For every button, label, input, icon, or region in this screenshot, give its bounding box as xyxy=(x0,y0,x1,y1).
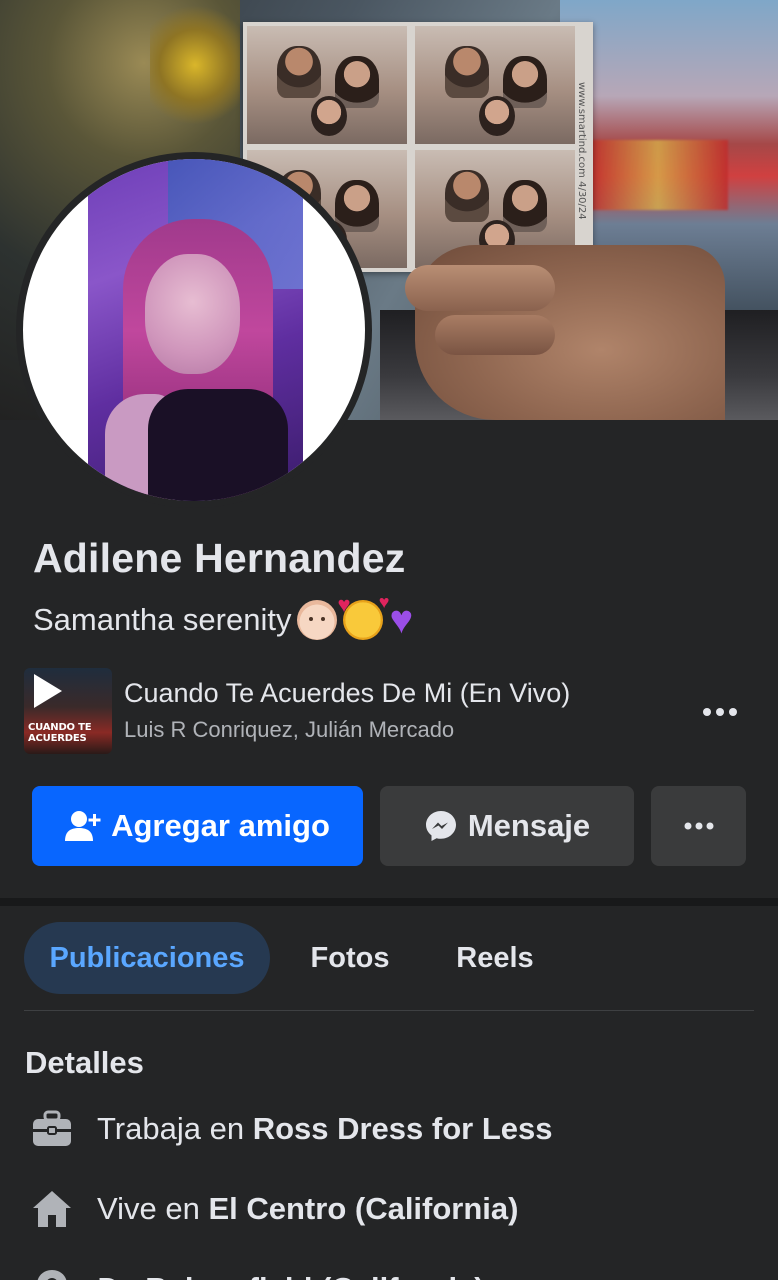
section-divider xyxy=(0,898,778,906)
detail-from-prefix: De xyxy=(97,1271,137,1280)
detail-work-value: Ross Dress for Less xyxy=(252,1111,553,1146)
home-icon xyxy=(30,1187,74,1231)
detail-work[interactable]: Trabaja en Ross Dress for Less xyxy=(30,1104,553,1154)
message-button[interactable]: Mensaje xyxy=(380,786,634,866)
profile-tabs: Publicaciones Fotos Reels xyxy=(24,922,754,994)
baby-face-emoji-icon xyxy=(297,600,338,640)
detail-lives-prefix: Vive en xyxy=(97,1191,200,1226)
detail-work-prefix: Trabaja en xyxy=(97,1111,245,1146)
tab-reels[interactable]: Reels xyxy=(434,922,556,994)
messenger-icon xyxy=(424,809,458,843)
avatar[interactable] xyxy=(23,159,365,501)
purple-heart-emoji-icon: ♥ xyxy=(389,598,414,642)
tab-fotos[interactable]: Fotos xyxy=(290,922,410,994)
tabs-divider xyxy=(24,1010,754,1011)
detail-from[interactable]: De Bakersfield (California) xyxy=(30,1264,485,1280)
profile-more-button[interactable] xyxy=(651,786,746,866)
cover-hand xyxy=(405,245,725,420)
photostrip-caption: www.smartind.com 4/30/24 xyxy=(576,82,587,220)
profile-page: www.smartind.com 4/30/24 Adilene Hernand… xyxy=(0,0,778,1280)
bio-text: Samantha serenity xyxy=(33,602,292,637)
smiling-face-with-hearts-emoji-icon xyxy=(337,592,389,640)
photostrip-frame xyxy=(415,26,575,144)
detail-from-value: Bakersfield (California) xyxy=(145,1271,484,1280)
album-cover[interactable]: CUANDO TE ACUERDES xyxy=(24,668,112,754)
add-friend-button[interactable]: Agregar amigo xyxy=(32,786,363,866)
add-friend-icon xyxy=(65,809,101,843)
profile-music-row[interactable]: CUANDO TE ACUERDES Cuando Te Acuerdes De… xyxy=(24,668,754,754)
message-label: Mensaje xyxy=(467,808,591,843)
more-dots-icon xyxy=(684,822,713,830)
profile-name: Adilene Hernandez xyxy=(33,535,406,581)
more-dots-icon xyxy=(703,708,737,716)
profile-bio: Samantha serenity ♥ xyxy=(33,592,414,642)
cover-background-sign xyxy=(588,140,728,210)
song-artists: Luis R Conriquez, Julián Mercado xyxy=(124,717,455,742)
add-friend-label: Agregar amigo xyxy=(111,808,330,843)
detail-lives[interactable]: Vive en El Centro (California) xyxy=(30,1184,518,1234)
song-title: Cuando Te Acuerdes De Mi (En Vivo) xyxy=(124,678,571,708)
location-pin-icon xyxy=(30,1267,74,1280)
music-more-options-button[interactable] xyxy=(702,698,738,718)
photostrip-frame xyxy=(247,26,407,144)
cover-background-light xyxy=(150,0,240,130)
briefcase-icon xyxy=(30,1107,74,1151)
detail-lives-value: El Centro (California) xyxy=(208,1191,519,1226)
album-cover-text: CUANDO TE ACUERDES xyxy=(28,722,92,744)
details-title: Detalles xyxy=(25,1045,144,1080)
profile-actions: Agregar amigo Mensaje xyxy=(32,786,746,866)
tab-publicaciones[interactable]: Publicaciones xyxy=(24,922,270,994)
play-icon[interactable] xyxy=(34,674,62,708)
